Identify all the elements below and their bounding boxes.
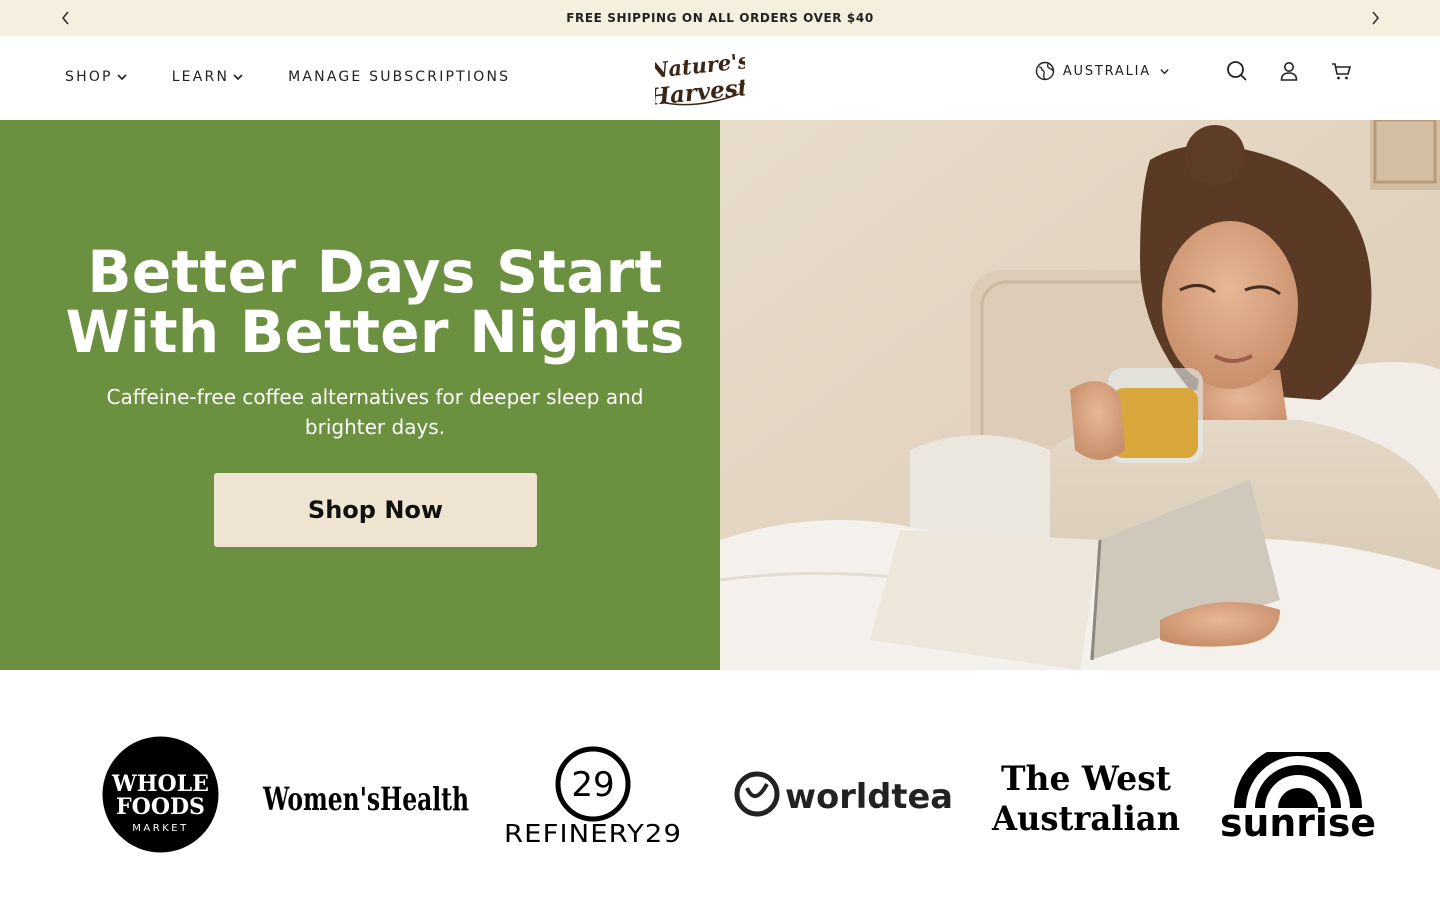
press-logo-sunrise: sunrise (1218, 744, 1378, 845)
chevron-down-icon (233, 74, 243, 81)
announcement-text: FREE SHIPPING ON ALL ORDERS OVER $40 (566, 11, 874, 25)
hero-panel: Better Days Start With Better Nights Caf… (0, 120, 720, 670)
cart-icon[interactable] (1328, 58, 1354, 84)
press-logo-worldtea: worldtea (733, 766, 955, 824)
country-selector[interactable]: AUSTRALIA (1035, 61, 1170, 81)
womens-health-text: Women'sHealth (262, 780, 469, 818)
nav-learn-label: LEARN (171, 69, 230, 85)
hero-title: Better Days Start With Better Nights (40, 242, 710, 362)
press-logo-west-australian: The West Australian (990, 756, 1182, 839)
globe-icon (1035, 61, 1055, 81)
hero-subtitle: Caffeine-free coffee alternatives for de… (106, 385, 644, 439)
press-logo-whole-foods: WHOLE FOODS MARKET (102, 736, 219, 853)
main-nav: SHOP LEARN MANAGE SUBSCRIPTIONS (65, 69, 554, 85)
nav-manage-subscriptions[interactable]: MANAGE SUBSCRIPTIONS (288, 69, 510, 85)
whole-foods-line3: MARKET (132, 823, 188, 834)
hero-title-line1: Better Days Start (87, 238, 663, 306)
west-australian-line1: The West (1001, 759, 1171, 799)
site-logo[interactable]: Nature's Harvest (646, 46, 751, 111)
press-logo-womens-health: Women'sHealth (262, 770, 470, 820)
search-icon[interactable] (1224, 58, 1250, 84)
chevron-down-icon (1160, 68, 1169, 74)
account-icon[interactable] (1276, 58, 1302, 84)
sunrise-text: sunrise (1220, 801, 1376, 840)
worldtea-text: worldtea (785, 777, 953, 817)
chevron-right-icon[interactable] (1364, 7, 1386, 29)
nav-shop-label: SHOP (65, 69, 113, 85)
announcement-bar: FREE SHIPPING ON ALL ORDERS OVER $40 (0, 0, 1440, 36)
hero-title-line2: With Better Nights (65, 298, 685, 366)
site-header: SHOP LEARN MANAGE SUBSCRIPTIONS Nature's… (0, 36, 1440, 120)
west-australian-line2: Australian (991, 799, 1180, 836)
hero-image (720, 120, 1440, 670)
whole-foods-line2: FOODS (116, 794, 205, 820)
press-logo-refinery29: 29 REFINERY29 (503, 746, 683, 848)
nav-learn[interactable]: LEARN (172, 69, 244, 85)
nav-shop[interactable]: SHOP (65, 69, 128, 85)
country-label: AUSTRALIA (1062, 63, 1151, 79)
refinery29-text: REFINERY29 (504, 819, 682, 846)
chevron-down-icon (117, 74, 127, 81)
header-utilities: AUSTRALIA (1035, 58, 1354, 84)
shop-now-button[interactable]: Shop Now (214, 473, 537, 547)
refinery29-mark: 29 (571, 765, 614, 805)
nav-manage-subscriptions-label: MANAGE SUBSCRIPTIONS (288, 69, 511, 85)
press-logos: WHOLE FOODS MARKET Women'sHealth 29 REFI… (0, 670, 1440, 900)
